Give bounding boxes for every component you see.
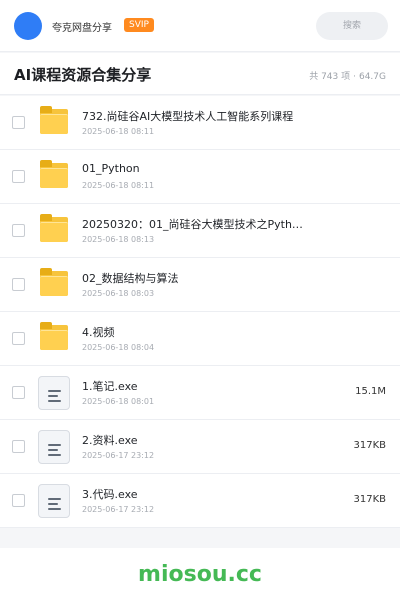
folder-icon xyxy=(38,160,70,194)
file-row[interactable]: 2.资料.exe 2025-06-17 23:12 317KB xyxy=(0,420,400,474)
select-checkbox[interactable] xyxy=(12,278,25,291)
item-name[interactable]: 4.视频 xyxy=(82,324,332,340)
select-checkbox[interactable] xyxy=(12,386,25,399)
folder-row[interactable]: 20250320：01_尚硅谷大模型技术之Pyth… 2025-06-18 08:… xyxy=(0,204,400,258)
folder-icon xyxy=(38,106,70,140)
search-input[interactable]: 搜索 xyxy=(316,12,388,40)
share-header: 夸克网盘分享 SVIP 搜索 xyxy=(0,0,400,52)
item-name[interactable]: 3.代码.exe xyxy=(82,486,332,502)
folder-row[interactable]: 01_Python 2025-06-18 08:11 xyxy=(0,150,400,204)
item-name[interactable]: 732.尚硅谷AI大模型技术人工智能系列课程 xyxy=(82,108,332,124)
item-count: 共 743 项 xyxy=(309,72,351,82)
summary-separator: · xyxy=(353,72,356,82)
svip-badge: SVIP xyxy=(124,18,154,32)
select-checkbox[interactable] xyxy=(12,170,25,183)
watermark-area: miosou.cc xyxy=(0,548,400,600)
folder-row[interactable]: 732.尚硅谷AI大模型技术人工智能系列课程 2025-06-18 08:11 xyxy=(0,96,400,150)
document-icon xyxy=(38,376,70,410)
select-checkbox[interactable] xyxy=(12,440,25,453)
item-size: 317KB xyxy=(353,440,386,451)
item-date: 2025-06-18 08:04 xyxy=(82,343,155,352)
item-date: 2025-06-17 23:12 xyxy=(82,451,155,460)
select-checkbox[interactable] xyxy=(12,116,25,129)
folder-icon xyxy=(38,322,70,356)
sharer-avatar[interactable] xyxy=(14,12,42,40)
item-date: 2025-06-17 23:12 xyxy=(82,505,155,514)
item-size: 15.1M xyxy=(355,386,386,397)
item-name[interactable]: 01_Python xyxy=(82,162,332,175)
item-date: 2025-06-18 08:13 xyxy=(82,235,155,244)
collection-title-bar: AI课程资源合集分享 共 743 项 · 64.7G xyxy=(0,53,400,95)
item-date: 2025-06-18 08:11 xyxy=(82,181,155,190)
item-name[interactable]: 2.资料.exe xyxy=(82,432,332,448)
item-name[interactable]: 02_数据结构与算法 xyxy=(82,270,332,286)
total-size: 64.7G xyxy=(358,72,386,82)
item-date: 2025-06-18 08:11 xyxy=(82,127,155,136)
folder-icon xyxy=(38,268,70,302)
select-checkbox[interactable] xyxy=(12,494,25,507)
folder-row[interactable]: 4.视频 2025-06-18 08:04 xyxy=(0,312,400,366)
document-icon xyxy=(38,484,70,518)
item-size: 317KB xyxy=(353,494,386,505)
item-name[interactable]: 20250320：01_尚硅谷大模型技术之Pyth… xyxy=(82,216,332,232)
folder-row[interactable]: 02_数据结构与算法 2025-06-18 08:03 xyxy=(0,258,400,312)
item-date: 2025-06-18 08:01 xyxy=(82,397,155,406)
sharer-name[interactable]: 夸克网盘分享 xyxy=(52,19,112,34)
folder-icon xyxy=(38,214,70,248)
select-checkbox[interactable] xyxy=(12,224,25,237)
select-checkbox[interactable] xyxy=(12,332,25,345)
brand-watermark: miosou.cc xyxy=(138,562,262,587)
collection-title: AI课程资源合集分享 xyxy=(14,66,152,84)
file-list: 732.尚硅谷AI大模型技术人工智能系列课程 2025-06-18 08:11 01… xyxy=(0,96,400,528)
document-icon xyxy=(38,430,70,464)
file-row[interactable]: 1.笔记.exe 2025-06-18 08:01 15.1M xyxy=(0,366,400,420)
item-date: 2025-06-18 08:03 xyxy=(82,289,155,298)
file-row[interactable]: 3.代码.exe 2025-06-17 23:12 317KB xyxy=(0,474,400,528)
collection-summary: 共 743 项 · 64.7G xyxy=(309,69,386,82)
item-name[interactable]: 1.笔记.exe xyxy=(82,378,332,394)
